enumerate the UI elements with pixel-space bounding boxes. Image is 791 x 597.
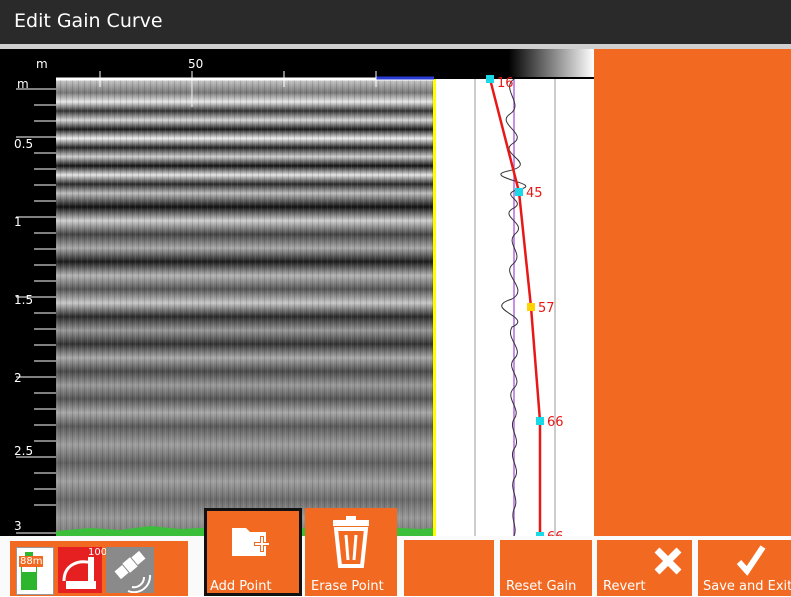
reset-gain-button[interactable]: Reset Gain — [500, 540, 592, 596]
gain-point-value: 66 — [547, 415, 564, 430]
gain-point-marker[interactable] — [527, 303, 535, 311]
save-exit-button[interactable]: Save and Exit — [698, 540, 791, 596]
add-point-label: Add Point — [210, 579, 272, 594]
radar-device-icon: 100% — [58, 547, 117, 593]
depth-label: 1.5 — [14, 293, 34, 307]
revert-button[interactable]: Revert — [597, 540, 692, 596]
top-tick-label: 50 — [188, 57, 204, 71]
gain-point-value: 45 — [526, 186, 543, 201]
depth-label: 1 — [14, 215, 22, 229]
gain-point-value: 57 — [538, 301, 555, 316]
checkmark-icon — [736, 545, 766, 576]
status-area: 88m 100% — [10, 541, 188, 596]
depth-label: 2.5 — [14, 444, 34, 458]
radargram-svg[interactable]: 1645576666 — [0, 49, 594, 536]
depth-ruler — [16, 88, 56, 534]
revert-label: Revert — [603, 579, 646, 594]
trash-icon — [333, 516, 369, 568]
blank-button[interactable] — [404, 540, 494, 596]
gain-point-value: 16 — [497, 76, 514, 91]
top-fade — [380, 49, 594, 77]
battery-label: 88m — [19, 556, 44, 567]
radargram-canvas[interactable]: 1645576666 m 50 m 0.5 1 1.5 2 2.5 3 — [0, 49, 594, 536]
battery-icon: 88m — [16, 547, 54, 595]
folder-add-icon — [232, 528, 270, 556]
close-icon — [654, 547, 682, 575]
reset-gain-label: Reset Gain — [506, 579, 577, 594]
cursor-line[interactable] — [433, 79, 436, 536]
radargram-texture — [56, 79, 434, 536]
gain-point-marker[interactable] — [536, 417, 544, 425]
erase-point-label: Erase Point — [311, 579, 384, 594]
depth-label: 3 — [14, 519, 22, 533]
gain-point-marker[interactable] — [515, 188, 523, 196]
erase-point-button[interactable]: Erase Point — [305, 508, 397, 596]
top-unit-label: m — [36, 57, 48, 71]
window-title: Edit Gain Curve — [14, 10, 163, 32]
add-point-button[interactable]: Add Point — [204, 508, 302, 596]
title-bar: Edit Gain Curve — [0, 0, 791, 44]
side-panel — [594, 49, 791, 536]
depth-label: 2 — [14, 371, 22, 385]
gain-panel[interactable] — [436, 79, 594, 536]
save-exit-label: Save and Exit — [703, 579, 791, 594]
satellite-icon — [106, 547, 154, 594]
gain-point-marker[interactable] — [486, 75, 494, 83]
depth-unit-label: m — [17, 77, 29, 91]
depth-label: 0.5 — [14, 137, 34, 151]
